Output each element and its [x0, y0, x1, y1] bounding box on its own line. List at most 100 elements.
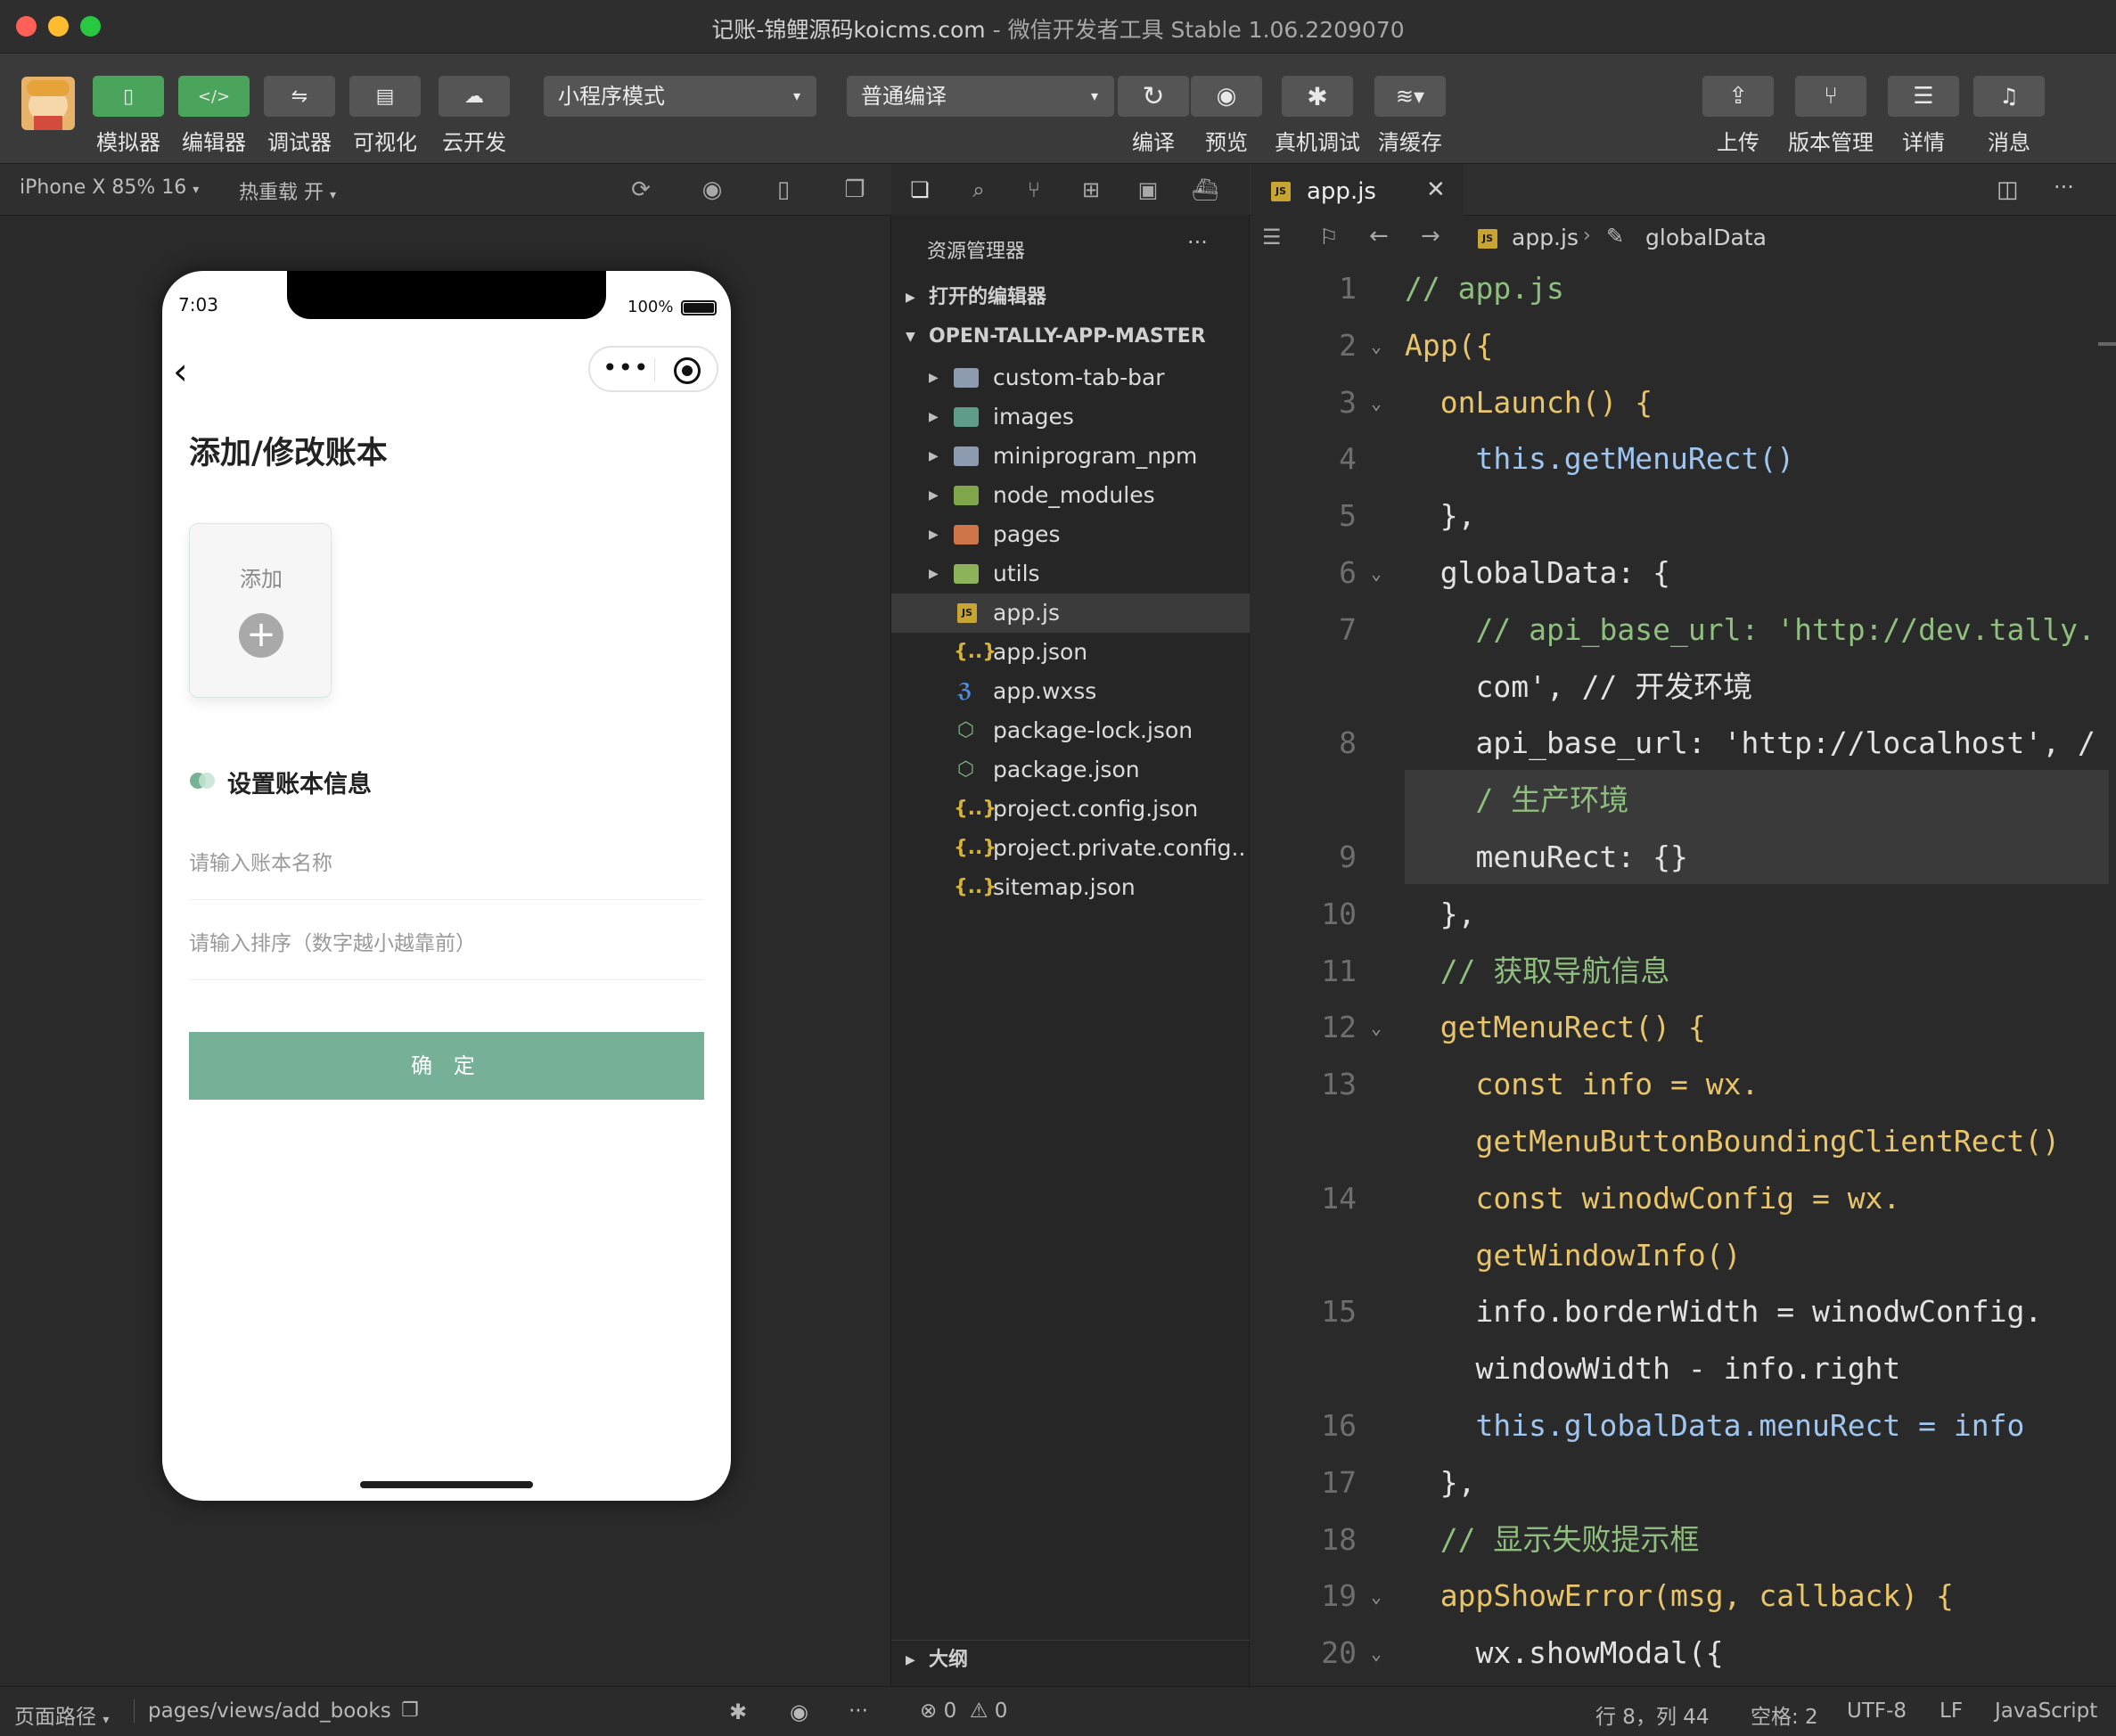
source-control-icon[interactable]: ⑂ [1018, 175, 1050, 205]
visual-button[interactable]: ▤ [349, 76, 421, 117]
close-icon[interactable]: ✕ [1426, 176, 1446, 203]
upload-button[interactable]: ⇪ [1702, 76, 1774, 117]
code-line[interactable]: 3 ⌄ onLaunch() { [1250, 374, 2116, 431]
encoding[interactable]: UTF-8 [1847, 1699, 1907, 1723]
tree-file-app-json[interactable]: {..} app.json [891, 633, 1250, 672]
storage-icon[interactable]: ▣ [1132, 175, 1164, 205]
tree-folder-node-modules[interactable]: ▶ node_modules [891, 476, 1250, 515]
details-button[interactable]: ☰ [1888, 76, 1959, 117]
code-line[interactable]: 1 // app.js [1250, 260, 2116, 317]
editor-button[interactable]: </> [178, 76, 250, 117]
files-icon[interactable]: ❏ [904, 175, 936, 205]
indentation[interactable]: 空格: 2 [1751, 1699, 1818, 1730]
bug-icon[interactable]: ✱ [729, 1699, 747, 1724]
code-line[interactable]: 13 const info = wx. [1250, 1056, 2116, 1113]
debugger-button[interactable]: ⇋ [264, 76, 335, 117]
phone-icon[interactable]: ▯ [768, 175, 799, 205]
device-select[interactable]: iPhone X 85% 16 ▾ [20, 176, 199, 199]
code-line[interactable]: 19 ⌄ appShowError(msg, callback) { [1250, 1568, 2116, 1625]
open-editors-section[interactable]: ▶ 打开的编辑器 [891, 278, 1250, 317]
code-line[interactable]: 4 this.getMenuRect() [1250, 430, 2116, 487]
cloud-button[interactable]: ☁ [439, 76, 510, 117]
back-arrow-icon[interactable]: ← [1369, 223, 1389, 250]
code-line[interactable]: / 生产环境 [1250, 772, 2116, 829]
code-line[interactable]: getWindowInfo() [1250, 1227, 2116, 1284]
fold-chevron-icon[interactable]: ⌄ [1371, 1568, 1382, 1625]
compile-button[interactable]: ↻ [1118, 76, 1189, 117]
hot-reload-select[interactable]: 热重载 开 ▾ [239, 176, 336, 205]
fold-chevron-icon[interactable]: ⌄ [1371, 999, 1382, 1056]
line-ending[interactable]: LF [1940, 1699, 1963, 1723]
code-line[interactable]: 2 ⌄ App({ [1250, 317, 2116, 374]
bookmark-icon[interactable]: ⚐ [1319, 225, 1339, 250]
fold-chevron-icon[interactable]: ⌄ [1371, 545, 1382, 602]
tree-folder-utils[interactable]: ▶ utils [891, 554, 1250, 594]
stop-icon[interactable]: ◉ [697, 175, 727, 205]
tree-file-package-lock[interactable]: ⬡ package-lock.json [891, 711, 1250, 750]
fold-chevron-icon[interactable]: ⌄ [1371, 374, 1382, 431]
problems-indicator[interactable]: ⊗ 0 ⚠ 0 [920, 1699, 1007, 1723]
breadcrumb-symbol[interactable]: globalData [1645, 225, 1767, 250]
more-icon[interactable]: ··· [1187, 230, 1208, 255]
compile-select[interactable]: 普通编译 ▾ [847, 76, 1114, 117]
book-order-input[interactable]: 请输入排序（数字越小越靠前） [189, 904, 704, 980]
fold-chevron-icon[interactable]: ⌄ [1371, 317, 1382, 374]
docker-icon[interactable]: ⛴ [1189, 175, 1221, 205]
code-line[interactable]: 20 ⌄ wx.showModal({ [1250, 1625, 2116, 1682]
project-section[interactable]: ▼ OPEN-TALLY-APP-MASTER [891, 317, 1250, 356]
tree-file-project-private-config[interactable]: {..} project.private.config... [891, 829, 1250, 868]
page-path-select[interactable]: 页面路径 ▾ [14, 1699, 109, 1730]
copy-icon[interactable]: ❐ [401, 1699, 419, 1722]
close-target-icon[interactable] [674, 357, 701, 384]
tab-app-js[interactable]: JS app.js ✕ [1251, 164, 1464, 216]
more-icon[interactable]: ··· [2054, 175, 2074, 200]
avatar[interactable] [21, 77, 75, 130]
cursor-position[interactable]: 行 8，列 44 [1595, 1699, 1710, 1730]
breadcrumb-file[interactable]: app.js [1512, 225, 1579, 250]
tree-file-project-config[interactable]: {..} project.config.json [891, 790, 1250, 829]
outline-section[interactable]: ▶ 大纲 [891, 1640, 1250, 1679]
code-line[interactable]: windowWidth - info.right [1250, 1340, 2116, 1397]
book-name-input[interactable]: 请输入账本名称 [189, 823, 704, 900]
messages-button[interactable]: ♫ [1973, 76, 2045, 117]
code-line[interactable]: 11 // 获取导航信息 [1250, 943, 2116, 1000]
code-line[interactable]: 5 }, [1250, 487, 2116, 545]
more-icon[interactable]: ··· [849, 1699, 868, 1723]
tree-folder-pages[interactable]: ▶ pages [891, 515, 1250, 554]
remote-debug-button[interactable]: ✱ [1282, 76, 1353, 117]
version-button[interactable]: ⑂ [1795, 76, 1866, 117]
eye-icon[interactable]: ◉ [790, 1699, 808, 1724]
code-line[interactable]: com', // 开发环境 [1250, 659, 2116, 716]
code-line[interactable]: 12 ⌄ getMenuRect() { [1250, 999, 2116, 1056]
code-line[interactable]: 18 // 显示失败提示框 [1250, 1511, 2116, 1568]
list-icon[interactable]: ☰ [1262, 225, 1282, 250]
forward-arrow-icon[interactable]: → [1421, 223, 1440, 250]
code-line[interactable]: 14 const winodwConfig = wx. [1250, 1170, 2116, 1227]
tree-file-package-json[interactable]: ⬡ package.json [891, 750, 1250, 790]
language-mode[interactable]: JavaScript [1995, 1699, 2097, 1723]
tree-file-sitemap[interactable]: {..} sitemap.json [891, 868, 1250, 907]
code-line[interactable]: 15 info.borderWidth = winodwConfig. [1250, 1283, 2116, 1340]
code-line[interactable]: getMenuButtonBoundingClientRect() [1250, 1113, 2116, 1170]
code-line[interactable]: 10 }, [1250, 886, 2116, 943]
clear-cache-button[interactable]: ≋▾ [1374, 76, 1446, 117]
tree-folder-miniprogram-npm[interactable]: ▶ miniprogram_npm [891, 437, 1250, 476]
code-line[interactable]: 6 ⌄ globalData: { [1250, 545, 2116, 602]
extensions-icon[interactable]: ⊞ [1075, 175, 1107, 205]
rotate-icon[interactable]: ⟳ [626, 175, 656, 205]
confirm-button[interactable]: 确 定 [189, 1032, 704, 1100]
code-line[interactable]: 16 this.globalData.menuRect = info [1250, 1397, 2116, 1454]
back-arrow-icon[interactable]: ‹ [173, 349, 188, 393]
code-line[interactable]: 17 }, [1250, 1454, 2116, 1511]
split-editor-icon[interactable]: ◫ [1997, 176, 2019, 203]
tree-file-app-wxss[interactable]: ℨ app.wxss [891, 672, 1250, 711]
mode-select[interactable]: 小程序模式 ▾ [544, 76, 816, 117]
code-line[interactable]: 7 // api_base_url: 'http://dev.tally. [1250, 602, 2116, 659]
tree-file-app-js[interactable]: JS app.js [891, 594, 1250, 633]
code-line[interactable]: 9 menuRect: {} [1250, 829, 2116, 886]
tree-folder-custom-tab-bar[interactable]: ▶ custom-tab-bar [891, 358, 1250, 397]
code-line[interactable]: 8 api_base_url: 'http://localhost', / [1250, 715, 2116, 772]
preview-button[interactable]: ◉ [1191, 76, 1262, 117]
search-icon[interactable]: ⌕ [963, 175, 995, 205]
fold-chevron-icon[interactable]: ⌄ [1371, 1625, 1382, 1682]
